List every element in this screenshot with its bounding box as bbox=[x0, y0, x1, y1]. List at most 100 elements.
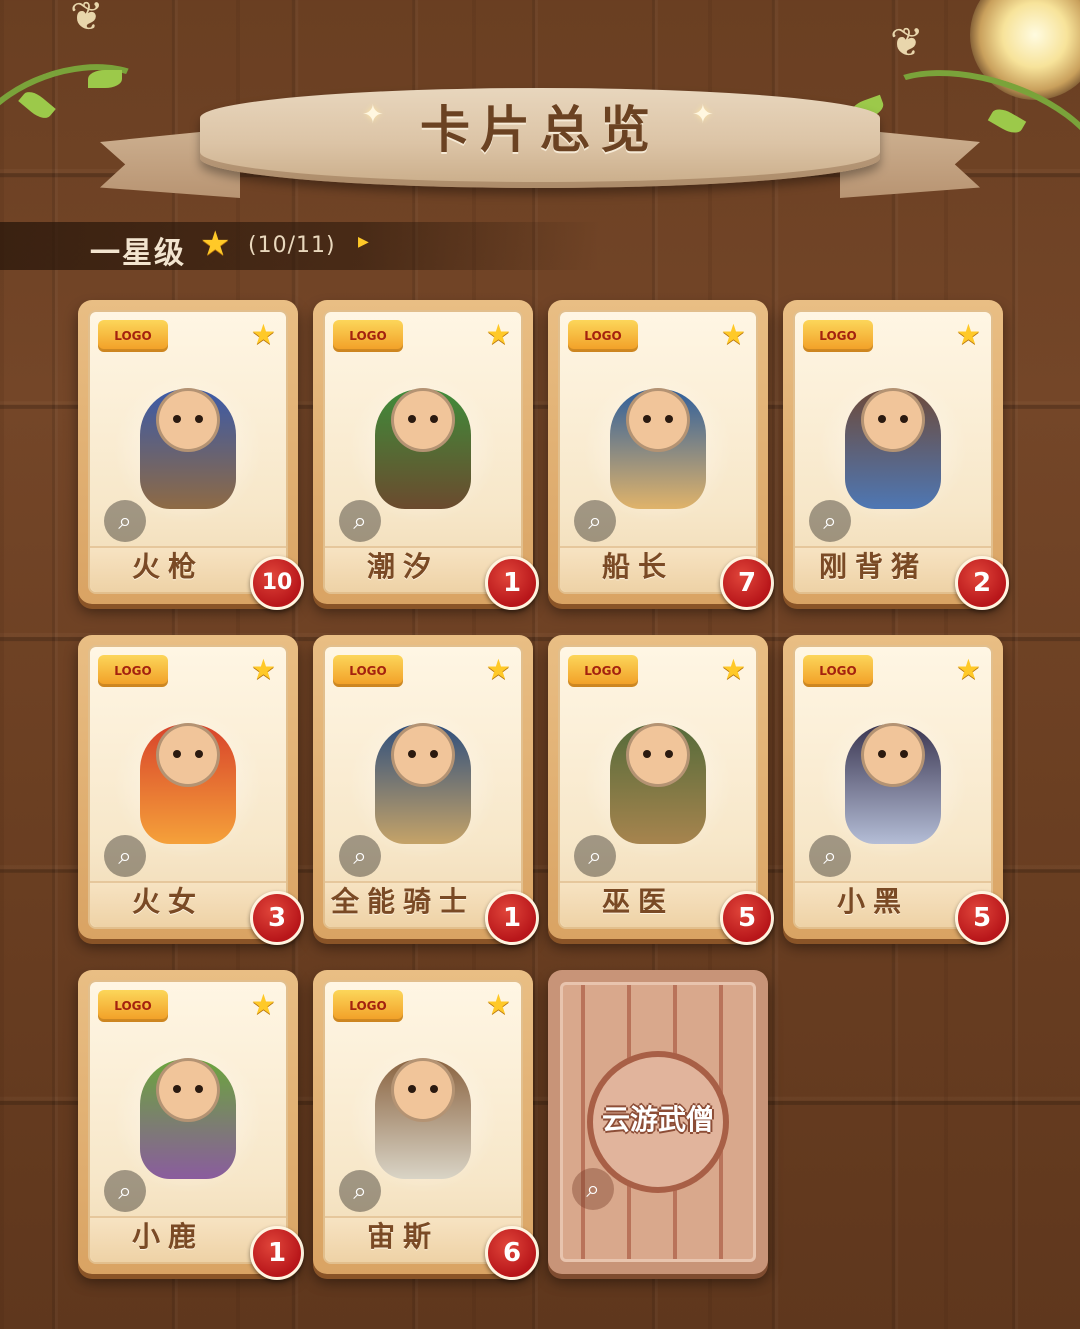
magnifier-icon[interactable]: ⌕ bbox=[104, 835, 146, 877]
magnifier-icon[interactable]: ⌕ bbox=[104, 1170, 146, 1212]
game-logo: LOGO bbox=[98, 320, 168, 352]
play-arrow-icon: ▶ bbox=[358, 234, 369, 250]
game-logo: LOGO bbox=[803, 655, 873, 687]
hero-card[interactable]: LOGO ★ ⌕ 小黑 5 bbox=[783, 635, 1009, 945]
magnifier-icon[interactable]: ⌕ bbox=[572, 1168, 614, 1210]
card-name: 船长 bbox=[601, 550, 674, 583]
butterfly-icon: ❦ bbox=[70, 0, 104, 40]
hero-portrait bbox=[113, 374, 263, 524]
star-icon: ★ bbox=[485, 653, 511, 686]
magnifier-icon[interactable]: ⌕ bbox=[574, 500, 616, 542]
hero-card[interactable]: LOGO ★ ⌕ 刚背猪 2 bbox=[783, 300, 1009, 610]
card-count-badge: 2 bbox=[955, 556, 1009, 610]
hero-eye bbox=[430, 415, 438, 423]
hero-head bbox=[391, 388, 455, 452]
star-icon: ★ bbox=[250, 318, 276, 351]
hero-eye bbox=[195, 415, 203, 423]
card-face: LOGO ★ ⌕ 巫医 bbox=[558, 645, 758, 929]
card-count-badge: 5 bbox=[720, 891, 774, 945]
card-face: LOGO ★ ⌕ 刚背猪 bbox=[793, 310, 993, 594]
game-logo: LOGO bbox=[333, 655, 403, 687]
hero-eye bbox=[430, 750, 438, 758]
hero-head bbox=[626, 723, 690, 787]
game-logo: LOGO bbox=[98, 655, 168, 687]
rank-header[interactable]: 一星级 ★ (10/11) ▶ bbox=[0, 222, 600, 271]
magnifier-icon[interactable]: ⌕ bbox=[339, 835, 381, 877]
hero-eye bbox=[408, 750, 416, 758]
hero-eye bbox=[408, 1085, 416, 1093]
hero-eye bbox=[195, 1085, 203, 1093]
hero-eye bbox=[878, 415, 886, 423]
hero-portrait bbox=[583, 374, 733, 524]
magnifier-icon[interactable]: ⌕ bbox=[339, 500, 381, 542]
card-face: LOGO ★ ⌕ 火女 bbox=[88, 645, 288, 929]
star-icon: ★ bbox=[485, 988, 511, 1021]
hero-eye bbox=[173, 1085, 181, 1093]
hero-card[interactable]: LOGO ★ ⌕ 全能骑士 1 bbox=[313, 635, 539, 945]
hero-eye bbox=[430, 1085, 438, 1093]
star-icon: ★ bbox=[200, 224, 231, 264]
rank-count: (10/11) bbox=[248, 233, 336, 258]
hero-head bbox=[626, 388, 690, 452]
hero-head bbox=[156, 388, 220, 452]
star-icon: ★ bbox=[720, 653, 746, 686]
magnifier-icon[interactable]: ⌕ bbox=[809, 500, 851, 542]
hero-card[interactable]: LOGO ★ ⌕ 宙斯 6 bbox=[313, 970, 539, 1280]
card-face: LOGO ★ ⌕ 小鹿 bbox=[88, 980, 288, 1264]
locked-card[interactable]: 云游武僧 ⌕ bbox=[548, 970, 768, 1274]
card-count-badge: 6 bbox=[485, 1226, 539, 1280]
hero-portrait bbox=[818, 374, 968, 524]
magnifier-icon[interactable]: ⌕ bbox=[574, 835, 616, 877]
hero-card[interactable]: LOGO ★ ⌕ 小鹿 1 bbox=[78, 970, 304, 1280]
hero-card[interactable]: LOGO ★ ⌕ 火女 3 bbox=[78, 635, 304, 945]
card-face: LOGO ★ ⌕ 宙斯 bbox=[323, 980, 523, 1264]
game-logo: LOGO bbox=[803, 320, 873, 352]
magnifier-icon[interactable]: ⌕ bbox=[104, 500, 146, 542]
star-icon: ★ bbox=[955, 318, 981, 351]
card-count-badge: 5 bbox=[955, 891, 1009, 945]
hero-card[interactable]: LOGO ★ ⌕ 潮汐 1 bbox=[313, 300, 539, 610]
hero-head bbox=[391, 1058, 455, 1122]
hero-head bbox=[156, 723, 220, 787]
hero-card[interactable]: LOGO ★ ⌕ 巫医 5 bbox=[548, 635, 774, 945]
card-name: 火枪 bbox=[131, 550, 204, 583]
card-count-badge: 1 bbox=[250, 1226, 304, 1280]
game-logo: LOGO bbox=[98, 990, 168, 1022]
hero-eye bbox=[173, 750, 181, 758]
hero-head bbox=[861, 723, 925, 787]
card-name: 云游武僧 bbox=[601, 1103, 714, 1136]
hero-eye bbox=[643, 750, 651, 758]
card-name: 小鹿 bbox=[131, 1220, 204, 1253]
card-name: 火女 bbox=[131, 885, 204, 918]
hero-portrait bbox=[348, 709, 498, 859]
magnifier-icon[interactable]: ⌕ bbox=[339, 1170, 381, 1212]
game-logo: LOGO bbox=[333, 990, 403, 1022]
card-face: LOGO ★ ⌕ 火枪 bbox=[88, 310, 288, 594]
card-count-badge: 3 bbox=[250, 891, 304, 945]
star-icon: ★ bbox=[250, 988, 276, 1021]
game-logo: LOGO bbox=[333, 320, 403, 352]
hero-card[interactable]: LOGO ★ ⌕ 船长 7 bbox=[548, 300, 774, 610]
hero-portrait bbox=[348, 374, 498, 524]
game-logo: LOGO bbox=[568, 320, 638, 352]
card-face: LOGO ★ ⌕ 船长 bbox=[558, 310, 758, 594]
hero-eye bbox=[195, 750, 203, 758]
star-icon: ★ bbox=[720, 318, 746, 351]
card-name: 小黑 bbox=[836, 885, 909, 918]
card-count-badge: 7 bbox=[720, 556, 774, 610]
card-count-badge: 1 bbox=[485, 891, 539, 945]
hero-eye bbox=[408, 415, 416, 423]
hero-portrait bbox=[818, 709, 968, 859]
hero-portrait bbox=[583, 709, 733, 859]
card-name: 刚背猪 bbox=[818, 550, 927, 583]
magnifier-icon[interactable]: ⌕ bbox=[809, 835, 851, 877]
star-icon: ★ bbox=[485, 318, 511, 351]
card-face: LOGO ★ ⌕ 全能骑士 bbox=[323, 645, 523, 929]
hero-card[interactable]: LOGO ★ ⌕ 火枪 10 bbox=[78, 300, 304, 610]
game-logo: LOGO bbox=[568, 655, 638, 687]
hero-eye bbox=[900, 415, 908, 423]
hero-eye bbox=[173, 415, 181, 423]
star-icon: ★ bbox=[955, 653, 981, 686]
card-name: 巫医 bbox=[601, 885, 674, 918]
star-icon: ★ bbox=[250, 653, 276, 686]
